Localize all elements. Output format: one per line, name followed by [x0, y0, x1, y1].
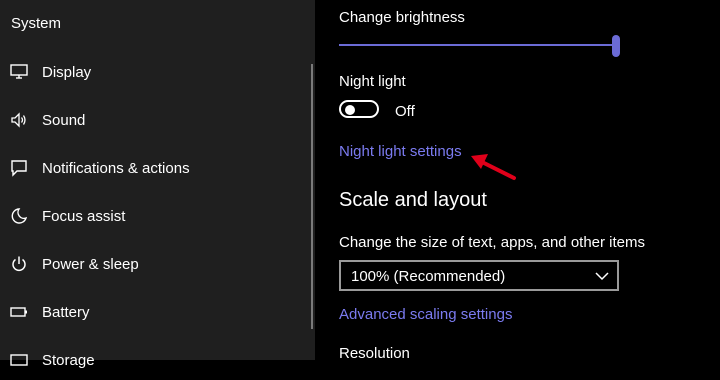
sidebar-item-display[interactable]: Display: [0, 52, 300, 92]
chevron-down-icon: [595, 269, 609, 288]
brightness-slider-track[interactable]: [339, 44, 615, 46]
sidebar-title: System: [11, 15, 62, 32]
sidebar: System Display Sound Notifications & act…: [0, 0, 315, 369]
sidebar-item-notifications[interactable]: Notifications & actions: [0, 148, 300, 188]
scale-dropdown-value: 100% (Recommended): [351, 268, 506, 285]
sidebar-item-power-sleep[interactable]: Power & sleep: [0, 244, 300, 284]
sidebar-scrollbar[interactable]: [311, 64, 313, 329]
moon-icon: [10, 207, 28, 225]
sidebar-item-label: Power & sleep: [42, 255, 139, 273]
sidebar-item-label: Battery: [42, 303, 90, 321]
night-light-settings-link[interactable]: Night light settings: [339, 143, 462, 160]
sidebar-item-label: Storage: [42, 351, 95, 369]
brightness-slider-thumb[interactable]: [612, 35, 620, 57]
sidebar-item-label: Notifications & actions: [42, 159, 190, 177]
sidebar-item-label: Display: [42, 63, 92, 81]
scale-layout-heading: Scale and layout: [339, 189, 487, 211]
notification-icon: [10, 159, 28, 177]
sidebar-item-focus-assist[interactable]: Focus assist: [0, 196, 300, 236]
night-light-label: Night light: [339, 73, 406, 90]
night-light-toggle[interactable]: [339, 100, 379, 118]
sidebar-item-label: Sound: [42, 111, 86, 129]
speaker-icon: [10, 111, 28, 129]
sidebar-item-battery[interactable]: Battery: [0, 292, 300, 332]
battery-icon: [10, 303, 28, 321]
night-light-state: Off: [395, 103, 415, 120]
power-icon: [10, 255, 28, 273]
sidebar-item-label: Focus assist: [42, 207, 126, 225]
sidebar-item-storage[interactable]: Storage: [0, 340, 300, 380]
storage-icon: [10, 351, 28, 369]
text-size-label: Change the size of text, apps, and other…: [339, 234, 646, 251]
display-icon: [10, 63, 28, 81]
sidebar-item-sound[interactable]: Sound: [0, 100, 300, 140]
resolution-label: Resolution: [339, 345, 410, 362]
annotation-arrow-icon: [471, 154, 516, 180]
brightness-label: Change brightness: [339, 9, 465, 26]
advanced-scaling-link[interactable]: Advanced scaling settings: [339, 306, 512, 323]
toggle-knob: [345, 105, 355, 115]
scale-dropdown[interactable]: 100% (Recommended): [339, 260, 619, 291]
